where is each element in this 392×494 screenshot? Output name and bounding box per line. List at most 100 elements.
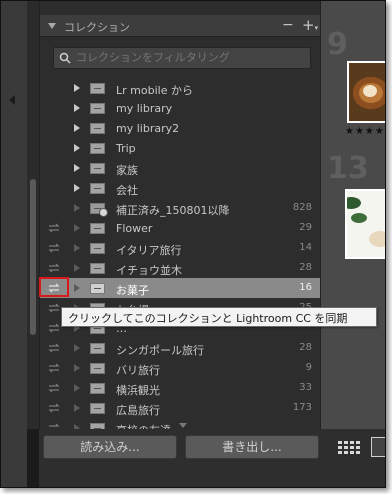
- collection-icon: [90, 243, 105, 254]
- loupe-view-icon[interactable]: [371, 437, 385, 457]
- collection-row[interactable]: 広島旅行 173: [40, 398, 320, 418]
- collection-row[interactable]: Flower 29: [40, 218, 320, 238]
- collection-set-icon: [90, 103, 105, 114]
- collection-row[interactable]: 横浜観光 33: [40, 378, 320, 398]
- rating-stars[interactable]: ★★★★: [345, 126, 385, 137]
- collection-row[interactable]: イタリア旅行 14: [40, 238, 320, 258]
- grid-view-icon-cell: [350, 451, 354, 454]
- grid-view-icon-cell: [338, 441, 342, 444]
- collection-label: 会社: [116, 184, 138, 197]
- export-button[interactable]: 書き出し...: [185, 435, 319, 459]
- grid-view-icon-cell: [338, 451, 342, 454]
- panel-title: コレクション: [64, 21, 130, 34]
- expand-triangle-icon[interactable]: [74, 144, 80, 152]
- expand-triangle-icon: [74, 244, 80, 252]
- collapse-left-panel-icon[interactable]: [9, 95, 15, 105]
- expand-triangle-icon[interactable]: [74, 124, 80, 132]
- collection-filter[interactable]: [53, 47, 311, 69]
- grid-view-area: 9 ★★★★ 13: [321, 1, 385, 429]
- grid-view-icon-cell: [356, 441, 360, 444]
- collection-count: 9: [305, 362, 312, 373]
- import-button[interactable]: 読み込み...: [43, 435, 177, 459]
- sync-arrows-icon[interactable]: [48, 303, 60, 313]
- collection-count: 29: [299, 222, 312, 233]
- collection-label: 横浜観光: [116, 384, 160, 397]
- collection-icon: [90, 363, 105, 374]
- collections-panel-header[interactable]: コレクション − +▾: [40, 15, 320, 37]
- collection-label: Flower: [116, 222, 153, 235]
- collection-label: my library: [116, 102, 173, 115]
- photo-thumbnail[interactable]: [347, 61, 385, 123]
- grid-cell-number: 9: [327, 27, 348, 62]
- grid-view-icon-cell: [344, 446, 348, 449]
- collection-set-icon: [90, 183, 105, 194]
- collection-label: お菓子: [116, 284, 149, 297]
- collection-row[interactable]: Lr mobile から: [40, 78, 320, 98]
- grid-view-icon[interactable]: [337, 439, 363, 457]
- collection-row[interactable]: 補正済み_150801以降 828: [40, 198, 320, 218]
- bottom-toolbar: 読み込み... 書き出し...: [39, 429, 385, 487]
- search-input[interactable]: [76, 51, 306, 64]
- grid-view-icon-cell: [356, 451, 360, 454]
- thumbnail-content: [369, 231, 385, 247]
- sync-arrows-icon[interactable]: [48, 383, 60, 393]
- photo-thumbnail[interactable]: [345, 189, 385, 259]
- collection-label: イチョウ並木: [116, 264, 182, 277]
- collection-count: 28: [299, 342, 312, 353]
- collection-set-icon: [90, 123, 105, 134]
- collection-label: イタリア旅行: [116, 244, 182, 257]
- lightroom-window: コレクション − +▾ Lr mobile から my library my lib…: [0, 0, 386, 488]
- expand-triangle-icon: [74, 204, 80, 212]
- remove-collection-button[interactable]: −: [282, 17, 294, 33]
- collection-icon: [90, 223, 105, 234]
- sync-arrows-icon[interactable]: [48, 403, 60, 413]
- expand-triangle-icon: [74, 344, 80, 352]
- collection-row[interactable]: Trip: [40, 138, 320, 158]
- grid-view-icon-cell: [356, 446, 360, 449]
- collapse-triangle-icon[interactable]: [48, 23, 56, 29]
- thumbnail-content: [347, 197, 361, 209]
- left-panel-edge[interactable]: [1, 1, 27, 487]
- collection-label: 広島旅行: [116, 404, 160, 417]
- expand-triangle-icon[interactable]: [74, 164, 80, 172]
- expand-triangle-icon[interactable]: [74, 84, 80, 92]
- collection-icon: [90, 383, 105, 394]
- expand-triangle-icon[interactable]: [74, 104, 80, 112]
- scrollbar-thumb[interactable]: [30, 179, 36, 335]
- collection-row[interactable]: イチョウ並木 28: [40, 258, 320, 278]
- sync-arrows-icon[interactable]: [48, 263, 60, 273]
- collection-row[interactable]: 会社: [40, 178, 320, 198]
- sync-arrows-icon[interactable]: [48, 343, 60, 353]
- sync-arrows-icon[interactable]: [48, 323, 60, 333]
- collection-row[interactable]: バリ旅行 9: [40, 358, 320, 378]
- collection-count: 28: [299, 262, 312, 273]
- grid-cell-number: 13: [327, 151, 369, 186]
- collection-count: 14: [299, 242, 312, 253]
- expand-triangle-icon: [74, 404, 80, 412]
- sync-highlight-box: [39, 277, 69, 297]
- collection-count: 33: [299, 382, 312, 393]
- grid-view-icon-cell: [350, 446, 354, 449]
- collection-row[interactable]: my library2: [40, 118, 320, 138]
- collection-row[interactable]: シンガポール旅行 28: [40, 338, 320, 358]
- sync-arrows-icon[interactable]: [48, 363, 60, 373]
- thumbnail-content: [353, 77, 385, 109]
- collection-row[interactable]: 家族: [40, 158, 320, 178]
- search-icon: [59, 52, 71, 64]
- collection-count: 828: [292, 202, 312, 213]
- collection-label: 高校の友達: [116, 422, 171, 429]
- collection-set-icon: [90, 83, 105, 94]
- grid-view-icon-cell: [344, 441, 348, 444]
- expand-triangle-icon[interactable]: [74, 184, 80, 192]
- expand-triangle-icon: [74, 384, 80, 392]
- sync-arrows-icon[interactable]: [48, 243, 60, 253]
- collection-label: Lr mobile から: [116, 84, 193, 97]
- collection-row[interactable]: my library: [40, 98, 320, 118]
- collection-set-icon: [90, 163, 105, 174]
- grid-view-icon-cell: [338, 446, 342, 449]
- scroll-down-arrow-icon[interactable]: [179, 423, 187, 428]
- sync-arrows-icon[interactable]: [48, 223, 60, 233]
- collection-row[interactable]: お菓子 16: [40, 278, 320, 298]
- collection-label: 補正済み_150801以降: [116, 204, 230, 217]
- add-collection-button[interactable]: +▾: [302, 16, 318, 34]
